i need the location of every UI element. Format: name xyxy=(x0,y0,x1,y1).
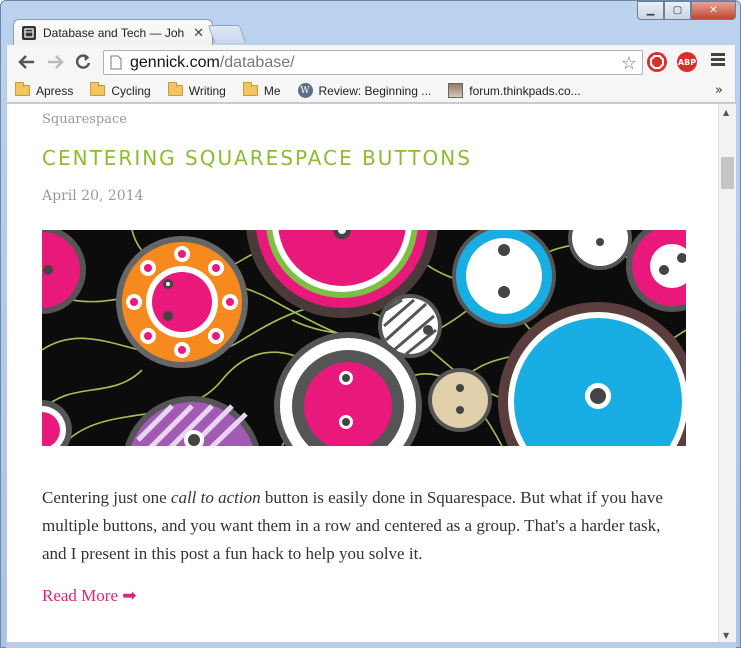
folder-icon xyxy=(167,82,183,96)
adblock-icon[interactable]: ABP xyxy=(677,52,697,72)
folder-icon xyxy=(242,82,258,96)
bookmark-star-icon[interactable]: ☆ xyxy=(621,53,637,74)
post-title[interactable]: CENTERING SQUARESPACE BUTTONS xyxy=(42,146,472,170)
bookmark-cycling[interactable]: Cycling xyxy=(90,82,151,98)
excerpt-emphasis: call to action xyxy=(170,488,261,507)
excerpt-text-1: Centering just one xyxy=(42,488,171,507)
url-host: gennick.com xyxy=(130,53,220,71)
back-button[interactable] xyxy=(13,49,41,75)
address-bar[interactable]: gennick.com/database/ ☆ xyxy=(103,50,643,75)
folder-icon xyxy=(15,82,30,96)
minimize-button[interactable]: ▁ xyxy=(637,1,664,20)
folder-icon xyxy=(90,82,106,96)
scroll-down-arrow-icon[interactable]: ▼ xyxy=(723,631,729,640)
page-icon xyxy=(110,55,122,70)
post-hero-image[interactable] xyxy=(42,230,686,446)
wordpress-icon: W xyxy=(297,83,313,98)
menu-icon[interactable] xyxy=(711,53,725,68)
browser-tab[interactable]: Database and Tech — Joh ✕ xyxy=(13,19,213,46)
bookmark-label: Apress xyxy=(36,83,74,98)
bookmark-apress[interactable]: Apress xyxy=(15,82,74,98)
maximize-button[interactable]: ▢ xyxy=(664,1,691,20)
browser-toolbar: gennick.com/database/ ☆ ABP xyxy=(6,45,736,79)
forward-arrow-icon xyxy=(48,55,64,69)
browser-window: Database and Tech — Joh ✕ ▁ ▢ ✕ gennick.… xyxy=(0,0,741,648)
window-controls: ▁ ▢ ✕ xyxy=(637,1,736,20)
window-bottom-edge xyxy=(6,642,736,648)
tab-title: Database and Tech — Joh xyxy=(43,26,185,40)
reload-icon xyxy=(75,54,91,69)
bookmark-label: forum.thinkpads.co... xyxy=(469,83,581,98)
post-category[interactable]: Squarespace xyxy=(42,112,127,127)
back-arrow-icon xyxy=(18,55,34,69)
url-path: /database/ xyxy=(219,53,295,71)
bookmark-label: Review: Beginning ... xyxy=(318,83,432,98)
vertical-scrollbar[interactable]: ▲ ▼ xyxy=(718,104,736,642)
scrollbar-thumb[interactable] xyxy=(721,157,734,189)
close-window-button[interactable]: ✕ xyxy=(691,1,736,20)
post-date: April 20, 2014 xyxy=(42,188,144,204)
stop-icon[interactable] xyxy=(647,52,667,72)
buttons-illustration xyxy=(42,230,686,446)
forward-button[interactable] xyxy=(41,49,69,75)
bookmark-review[interactable]: W Review: Beginning ... xyxy=(297,83,432,98)
read-more-link[interactable]: Read More ➡ xyxy=(42,586,137,606)
bookmarks-bar: Apress Cycling Writing Me W Review: Begi… xyxy=(6,79,736,103)
bookmark-label: Writing xyxy=(188,83,226,98)
page-favicon-icon xyxy=(22,26,36,40)
bookmark-label: Cycling xyxy=(111,83,151,98)
bookmark-label: Me xyxy=(263,83,281,98)
bookmark-me[interactable]: Me xyxy=(242,82,281,98)
bookmark-forum[interactable]: forum.thinkpads.co... xyxy=(448,83,581,98)
bookmarks-overflow-icon[interactable]: » xyxy=(715,83,723,98)
page-content: Squarespace CENTERING SQUARESPACE BUTTON… xyxy=(6,104,718,642)
reload-button[interactable] xyxy=(69,49,97,75)
title-bar: Database and Tech — Joh ✕ ▁ ▢ ✕ xyxy=(1,1,740,46)
thumbnail-icon xyxy=(448,83,464,98)
new-tab-button[interactable] xyxy=(207,25,247,43)
tab-close-icon[interactable]: ✕ xyxy=(193,26,204,41)
scroll-up-arrow-icon[interactable]: ▲ xyxy=(723,108,729,117)
bookmark-writing[interactable]: Writing xyxy=(167,82,226,98)
post-excerpt: Centering just one call to action button… xyxy=(42,484,687,568)
